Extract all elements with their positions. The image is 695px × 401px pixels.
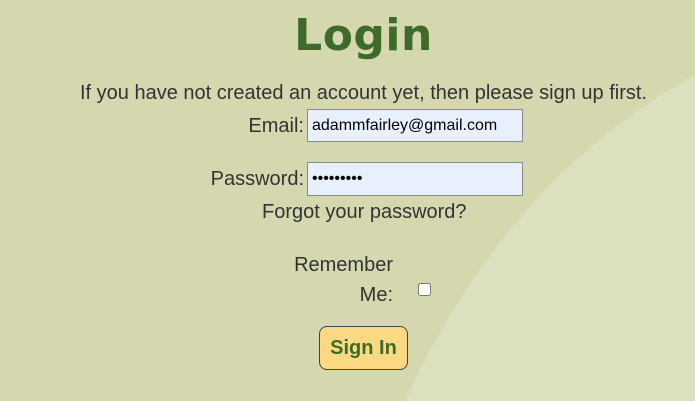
email-field[interactable] [307,109,523,142]
password-label: Password: [210,168,304,190]
forgot-password-link[interactable]: Forgot your password? [262,201,467,224]
remember-me-checkbox[interactable] [418,283,431,296]
sign-in-button[interactable]: Sign In [319,326,408,370]
signup-notice: If you have not created an account yet, … [79,82,648,104]
page-title: Login [294,10,433,61]
remember-me-label: Remember Me: [294,254,393,306]
email-label: Email: [248,115,304,137]
password-field[interactable] [307,162,523,196]
